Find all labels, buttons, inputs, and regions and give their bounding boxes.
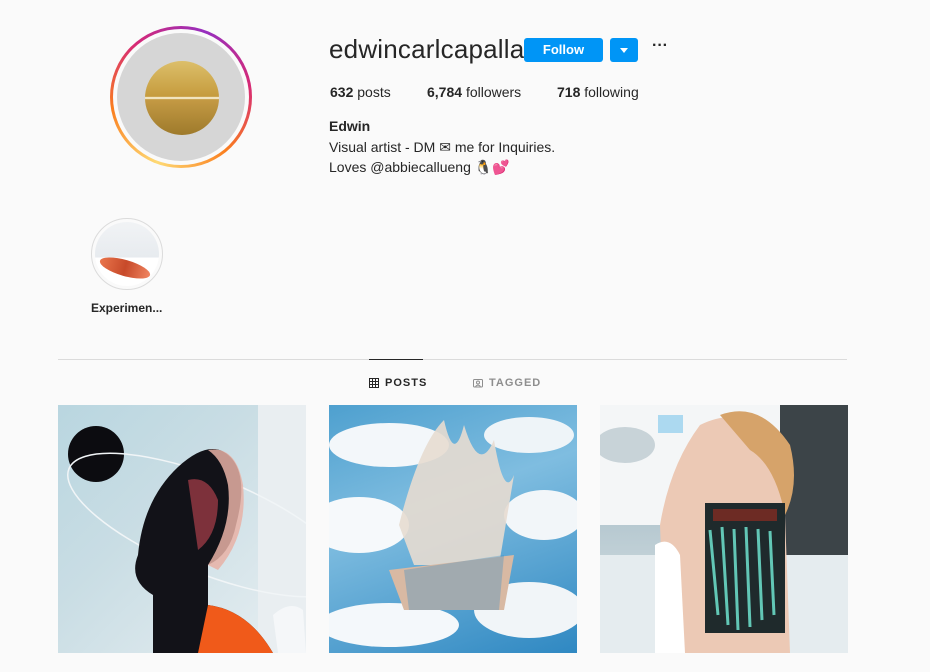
tab-tagged-label: TAGGED: [489, 377, 542, 389]
tag-icon: [473, 379, 483, 388]
followers-count-value: 6,784: [427, 84, 463, 100]
profile-username: edwincarlcapalla: [329, 34, 525, 64]
posts-count-value: 632: [330, 84, 354, 100]
post-thumbnail[interactable]: [58, 405, 306, 653]
story-highlight-cover: [95, 222, 159, 286]
profile-full-name: Edwin: [329, 118, 371, 134]
post-thumbnail[interactable]: [329, 405, 577, 653]
profile-bio-line-1: Visual artist - DM ✉ me for Inquiries.: [329, 139, 556, 155]
profile-avatar[interactable]: [110, 26, 252, 168]
posts-count: 632 posts: [330, 84, 391, 100]
tabs-divider: [58, 359, 847, 360]
avatar-gold-disc: [145, 61, 219, 135]
active-tab-indicator: [369, 359, 423, 360]
post-image-3: [600, 405, 848, 653]
story-highlight-label: Experimen...: [91, 301, 163, 315]
followers-link[interactable]: 6,784 followers: [427, 84, 521, 100]
post-image-1: [67, 405, 306, 653]
tab-tagged[interactable]: TAGGED: [473, 377, 541, 389]
followers-count-label: followers: [465, 84, 522, 100]
following-count-label: following: [584, 84, 639, 100]
following-link[interactable]: 718 following: [557, 84, 639, 100]
tab-posts-label: POSTS: [385, 377, 428, 389]
story-highlight[interactable]: [91, 218, 163, 290]
tab-posts[interactable]: POSTS: [369, 377, 427, 389]
profile-bio-line-2: Loves @abbiecallueng 🐧💕: [329, 159, 510, 175]
avatar-border: [113, 29, 249, 165]
chevron-down-icon: [620, 48, 628, 53]
post-image-2: [329, 417, 577, 647]
post-thumbnail[interactable]: [600, 405, 848, 653]
more-options-button[interactable]: ···: [652, 38, 668, 58]
follow-button[interactable]: Follow: [524, 38, 603, 62]
highlight-cover-shape: [97, 253, 153, 283]
following-count-value: 718: [557, 84, 581, 100]
avatar-image: [117, 33, 245, 161]
posts-count-label: posts: [357, 84, 391, 100]
grid-icon: [369, 378, 379, 388]
suggested-accounts-dropdown-button[interactable]: [610, 38, 638, 62]
